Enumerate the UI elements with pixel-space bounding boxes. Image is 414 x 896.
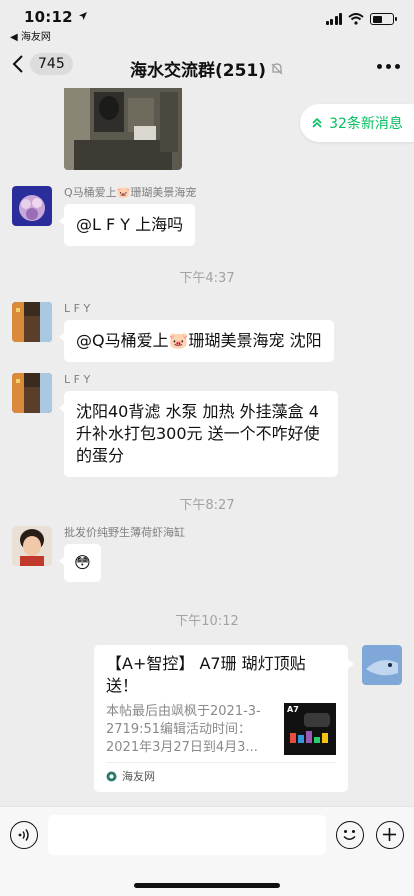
avatar[interactable] [12, 373, 52, 413]
mute-bell-icon [271, 62, 283, 74]
more-functions-button[interactable] [376, 821, 404, 849]
message-row: L F Y 沈阳40背滤 水泵 加热 外挂藻盒 4升补水打包300元 送一个不咋… [12, 373, 338, 477]
sender-name: L F Y [64, 373, 91, 386]
message-row: 批发价纯野生薄荷虾海缸 😳 [12, 526, 185, 582]
link-card-description: 本帖最后由飒枫于2021-3-2719:51编辑活动时间：2021年3月27日到… [106, 704, 261, 755]
back-to-app-link[interactable]: ◀ 海友网 [10, 28, 51, 43]
new-messages-label: 32条新消息 [329, 116, 403, 132]
new-messages-button[interactable]: 32条新消息 [300, 104, 414, 142]
wifi-icon [348, 13, 364, 25]
status-time: 10:12 [24, 8, 88, 26]
home-indicator [134, 883, 280, 888]
message-bubble[interactable]: 沈阳40背滤 水泵 加热 外挂藻盒 4升补水打包300元 送一个不咋好使的蛋分 [59, 391, 338, 477]
sender-name: 批发价纯野生薄荷虾海缸 [64, 526, 185, 539]
input-bar [0, 806, 414, 896]
self-avatar[interactable] [362, 645, 402, 685]
avatar[interactable] [12, 302, 52, 342]
message-row: Q马桶爱上🐷珊瑚美景海宠 @L F Y 上海吗 [12, 186, 196, 246]
message-input[interactable] [48, 815, 326, 855]
message-row: L F Y @Q马桶爱上🐷珊瑚美景海宠 沈阳 [12, 302, 334, 362]
timestamp: 下午4:37 [179, 271, 235, 286]
message-bubble[interactable]: @Q马桶爱上🐷珊瑚美景海宠 沈阳 [59, 320, 334, 362]
link-card-source: 海友网 [122, 770, 155, 783]
aquarium-photo [64, 88, 182, 170]
plus-icon [383, 828, 396, 841]
voice-input-button[interactable] [10, 821, 38, 849]
avatar[interactable] [12, 526, 52, 566]
image-message[interactable] [64, 88, 182, 170]
source-logo-icon [106, 771, 117, 781]
link-card[interactable]: 【A+智控】 A7珊 瑚灯顶贴送！ 本帖最后由飒枫于2021-3-2719:51… [94, 645, 354, 792]
double-chevron-up-icon [312, 117, 322, 128]
timestamp: 下午10:12 [175, 614, 239, 629]
link-card-title: 【A+智控】 A7珊 瑚灯顶贴送！ [106, 654, 306, 695]
battery-level [372, 15, 382, 23]
smiley-icon [343, 830, 356, 840]
chat-area[interactable]: 32条新消息 Q马桶爱上🐷珊瑚美景海宠 @L F Y 上海吗 下午4:37 L … [0, 88, 414, 806]
message-bubble[interactable]: 😳 [59, 544, 101, 582]
sender-name: Q马桶爱上🐷珊瑚美景海宠 [64, 186, 197, 199]
avatar[interactable] [12, 186, 52, 226]
battery-icon [370, 13, 397, 25]
timestamp: 下午8:27 [179, 498, 235, 513]
nav-bar: 745 海水交流群(251) [0, 44, 414, 88]
link-card-thumbnail: A7 [284, 703, 336, 755]
more-options-button[interactable] [377, 56, 400, 69]
message-bubble[interactable]: @L F Y 上海吗 [58, 204, 196, 246]
sender-name: L F Y [64, 302, 91, 315]
location-arrow-icon [79, 12, 88, 20]
emoji-button[interactable] [336, 821, 364, 849]
status-bar: 10:12 ◀ 海友网 [0, 0, 414, 44]
voice-icon [18, 829, 29, 841]
chat-title: 海水交流群(251) [129, 61, 267, 81]
cellular-signal-icon [325, 13, 342, 25]
